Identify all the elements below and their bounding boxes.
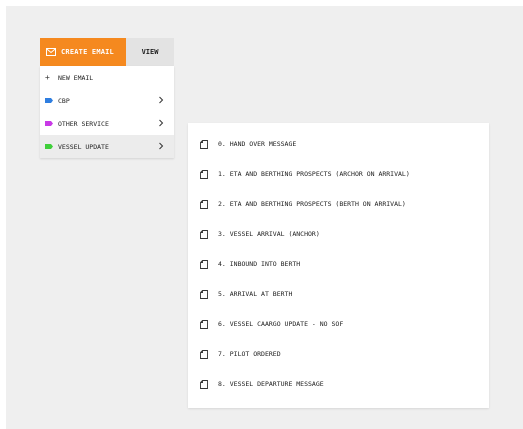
template-item[interactable]: 3. VESSEL ARRIVAL (ANCHOR) [200,227,320,241]
view-label: VIEW [141,48,159,56]
template-item[interactable]: 5. ARRIVAL AT BERTH [200,287,292,301]
document-icon [200,349,208,359]
menu-item-new-email[interactable]: + NEW EMAIL [40,66,174,89]
menu-item-vessel-update[interactable]: VESSEL UPDATE [40,135,174,158]
document-icon [200,139,208,149]
email-menubar: CREATE EMAIL VIEW [40,38,174,66]
template-item[interactable]: 1. ETA AND BERTHING PROSPECTS (ARCHOR ON… [200,167,410,181]
template-item-label: 3. VESSEL ARRIVAL (ANCHOR) [218,230,320,238]
document-icon [200,289,208,299]
chevron-right-icon [159,142,164,150]
template-item[interactable]: 0. HAND OVER MESSAGE [200,137,296,151]
template-item-label: 6. VESSEL CAARGO UPDATE - NO SOF [218,320,344,328]
menu-item-cbp[interactable]: CBP [40,89,174,112]
template-item[interactable]: 7. PILOT ORDERED [200,347,281,361]
menu-item-other-service[interactable]: OTHER SERVICE [40,112,174,135]
document-icon [200,379,208,389]
menu-item-label: VESSEL UPDATE [58,142,109,151]
create-email-dropdown: + NEW EMAIL CBP OTHER SERVICE VESSEL UPD… [40,66,174,158]
purple-tag-icon [45,121,53,126]
template-item[interactable]: 4. INBOUND INTO BERTH [200,257,300,271]
view-tab[interactable]: VIEW [126,38,174,66]
template-item-label: 2. ETA AND BERTHING PROSPECTS (BERTH ON … [218,200,406,208]
vessel-update-submenu: 0. HAND OVER MESSAGE 1. ETA AND BERTHING… [188,123,489,408]
green-tag-icon [45,144,53,149]
template-item-label: 0. HAND OVER MESSAGE [218,140,297,148]
mail-icon [46,48,56,56]
plus-icon: + [45,73,50,82]
blue-tag-icon [45,98,53,103]
template-item[interactable]: 2. ETA AND BERTHING PROSPECTS (BERTH ON … [200,197,406,211]
template-item-label: 8. VESSEL DEPARTURE MESSAGE [218,380,324,388]
document-icon [200,259,208,269]
create-email-label: CREATE EMAIL [61,48,114,56]
menu-item-label: NEW EMAIL [58,73,94,82]
template-item-label: 4. INBOUND INTO BERTH [218,260,301,268]
chevron-right-icon [159,96,164,104]
template-item-label: 1. ETA AND BERTHING PROSPECTS (ARCHOR ON… [218,170,410,178]
document-icon [200,199,208,209]
document-icon [200,319,208,329]
document-icon [200,169,208,179]
template-item[interactable]: 6. VESSEL CAARGO UPDATE - NO SOF [200,317,343,331]
template-item[interactable]: 8. VESSEL DEPARTURE MESSAGE [200,377,324,391]
create-email-tab[interactable]: CREATE EMAIL [40,38,126,66]
chevron-right-icon [159,119,164,127]
menu-item-label: CBP [58,96,70,105]
document-icon [200,229,208,239]
menu-item-label: OTHER SERVICE [58,119,109,128]
template-item-label: 7. PILOT ORDERED [218,350,281,358]
template-item-label: 5. ARRIVAL AT BERTH [218,290,293,298]
